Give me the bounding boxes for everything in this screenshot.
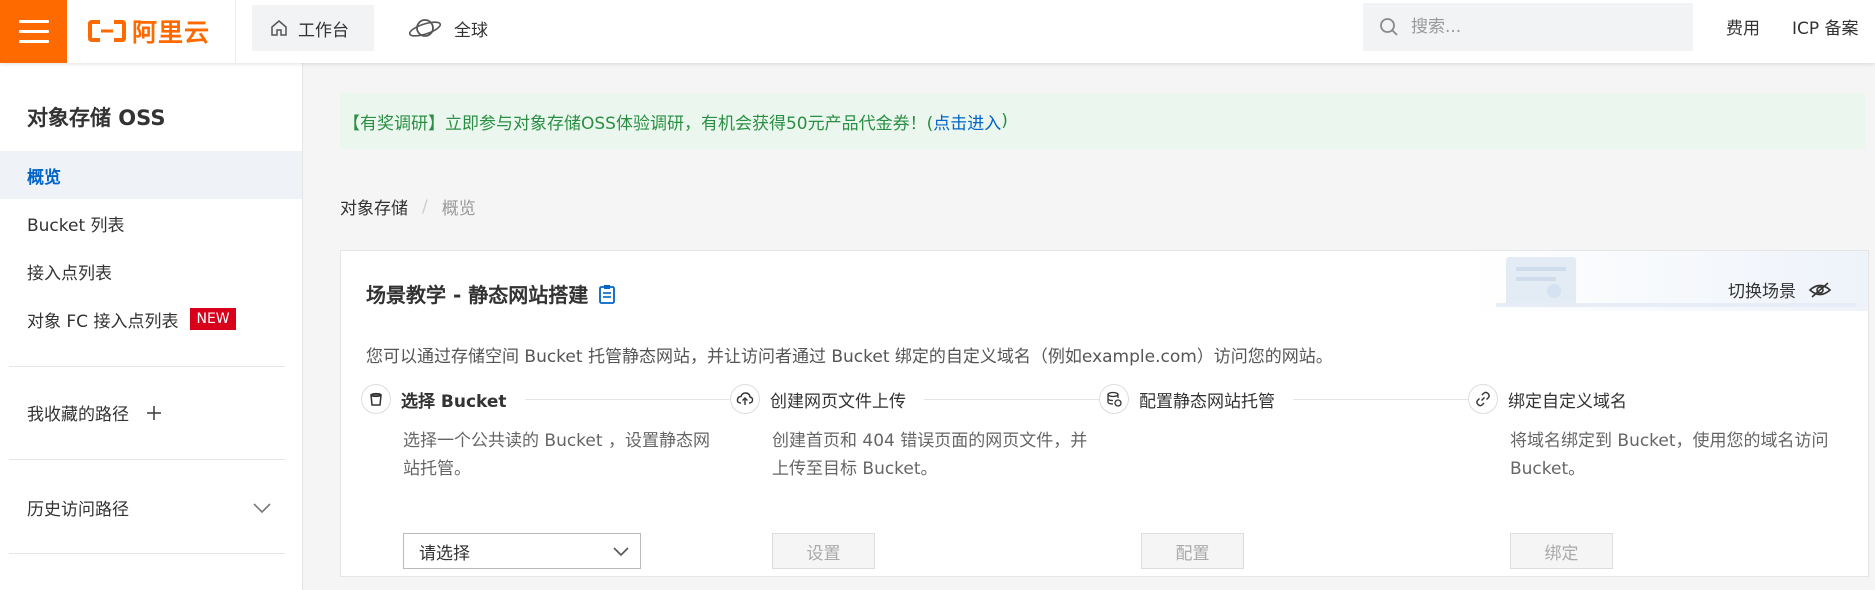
step-title: 创建网页文件上传 bbox=[770, 391, 906, 412]
aliyun-logo[interactable]: 阿里云 bbox=[88, 12, 210, 50]
step-connector bbox=[1293, 398, 1469, 400]
step-select-bucket: 选择 Bucket 选择一个公共读的 Bucket ，设置静态网站托管。 请选择 bbox=[361, 384, 731, 569]
step-description: 将域名绑定到 Bucket，使用您的域名访问 Bucket。 bbox=[1510, 431, 1829, 479]
search-input[interactable] bbox=[1411, 17, 1651, 37]
home-icon bbox=[271, 20, 287, 36]
top-navbar: 阿里云 工作台 全球 费用 ICP 备案 bbox=[0, 0, 1875, 63]
billing-link[interactable]: 费用 bbox=[1726, 14, 1760, 39]
scenario-card: 场景教学 - 静态网站搭建 切换场景 您可以通过存储空间 Bucket 托管静态… bbox=[340, 250, 1869, 577]
switch-scenario-button[interactable]: 切换场景 bbox=[1728, 277, 1832, 302]
bucket-select-value: 请选择 bbox=[419, 543, 470, 564]
sidebar-item-overview[interactable]: 概览 bbox=[0, 151, 302, 199]
configure-button[interactable]: 配置 bbox=[1141, 533, 1244, 569]
new-badge: NEW bbox=[190, 308, 236, 330]
chevron-down-icon bbox=[613, 546, 629, 556]
history-path-label: 历史访问路径 bbox=[27, 500, 129, 520]
breadcrumb: 对象存储 / 概览 bbox=[340, 194, 476, 220]
step-description: 选择一个公共读的 Bucket ，设置静态网站托管。 bbox=[403, 431, 710, 479]
region-selector[interactable]: 全球 bbox=[408, 5, 488, 51]
database-icon bbox=[1099, 384, 1129, 414]
favorites-path-label: 我收藏的路径 bbox=[27, 405, 129, 425]
bucket-icon bbox=[361, 384, 391, 414]
chevron-down-icon bbox=[253, 502, 271, 513]
notice-text: 【有奖调研】立即参与对象存储OSS体验调研，有机会获得50元产品代金券！( bbox=[343, 113, 934, 134]
favorites-path-row[interactable]: 我收藏的路径 bbox=[27, 400, 167, 425]
bind-button[interactable]: 绑定 bbox=[1510, 533, 1613, 569]
icp-link[interactable]: ICP 备案 bbox=[1792, 14, 1859, 39]
step-description: 创建首页和 404 错误页面的网页文件，并上传至目标 Bucket。 bbox=[772, 431, 1088, 479]
notice-suffix: ) bbox=[1001, 111, 1008, 131]
main-content: 【有奖调研】立即参与对象存储OSS体验调研，有机会获得50元产品代金券！(点击进… bbox=[303, 63, 1875, 590]
card-description: 您可以通过存储空间 Bucket 托管静态网站，并让访问者通过 Bucket 绑… bbox=[366, 347, 1333, 367]
search-box[interactable] bbox=[1363, 3, 1693, 51]
step-upload-files: 创建网页文件上传 创建首页和 404 错误页面的网页文件，并上传至目标 Buck… bbox=[730, 384, 1100, 569]
sidebar-title: 对象存储 OSS bbox=[27, 106, 166, 130]
region-label: 全球 bbox=[454, 20, 488, 41]
breadcrumb-separator: / bbox=[422, 196, 428, 217]
workbench-label: 工作台 bbox=[298, 20, 349, 41]
sidebar-item-bucket-list[interactable]: Bucket 列表 bbox=[0, 199, 302, 247]
bucket-select[interactable]: 请选择 bbox=[403, 533, 641, 569]
menu-icon[interactable] bbox=[0, 0, 67, 63]
step-title: 绑定自定义域名 bbox=[1508, 391, 1627, 412]
clipboard-icon[interactable] bbox=[598, 284, 616, 304]
search-icon bbox=[1380, 18, 1398, 36]
notice-link[interactable]: 点击进入 bbox=[933, 109, 1001, 134]
sidebar-item-label: Bucket 列表 bbox=[27, 215, 125, 236]
sidebar-item-fc-access-points[interactable]: 对象 FC 接入点列表 NEW bbox=[0, 295, 302, 343]
divider bbox=[9, 553, 285, 554]
link-icon bbox=[1468, 384, 1498, 414]
card-title: 场景教学 - 静态网站搭建 bbox=[366, 279, 616, 308]
divider bbox=[235, 0, 236, 63]
step-configure-hosting: 配置静态网站托管 配置 bbox=[1099, 384, 1469, 569]
plus-icon[interactable] bbox=[145, 404, 163, 422]
switch-scenario-label: 切换场景 bbox=[1728, 282, 1796, 302]
divider bbox=[9, 366, 285, 367]
eye-off-icon bbox=[1808, 281, 1832, 298]
workbench-button[interactable]: 工作台 bbox=[252, 5, 374, 51]
step-bind-domain: 绑定自定义域名 将域名绑定到 Bucket，使用您的域名访问 Bucket。 绑… bbox=[1468, 384, 1838, 569]
sidebar-item-access-points[interactable]: 接入点列表 bbox=[0, 247, 302, 295]
sidebar-item-label: 接入点列表 bbox=[27, 263, 112, 284]
step-title: 配置静态网站托管 bbox=[1139, 391, 1275, 412]
logo-text: 阿里云 bbox=[132, 18, 211, 47]
divider bbox=[9, 459, 285, 460]
aliyun-logo-icon bbox=[88, 20, 126, 42]
planet-icon bbox=[408, 19, 442, 37]
card-title-text: 场景教学 - 静态网站搭建 bbox=[366, 283, 589, 307]
sidebar-item-label: 概览 bbox=[27, 167, 61, 188]
sidebar: 对象存储 OSS 概览 Bucket 列表 接入点列表 对象 FC 接入点列表 … bbox=[0, 63, 303, 590]
settings-button[interactable]: 设置 bbox=[772, 533, 875, 569]
step-connector bbox=[924, 398, 1100, 400]
breadcrumb-current: 概览 bbox=[441, 199, 476, 219]
cloud-upload-icon bbox=[730, 384, 760, 414]
sidebar-item-label: 对象 FC 接入点列表 bbox=[27, 311, 179, 332]
step-connector bbox=[524, 398, 731, 400]
step-title: 选择 Bucket bbox=[401, 391, 507, 412]
survey-notice: 【有奖调研】立即参与对象存储OSS体验调研，有机会获得50元产品代金券！(点击进… bbox=[340, 93, 1865, 149]
breadcrumb-root[interactable]: 对象存储 bbox=[340, 194, 408, 219]
history-path-row[interactable]: 历史访问路径 bbox=[27, 495, 272, 520]
